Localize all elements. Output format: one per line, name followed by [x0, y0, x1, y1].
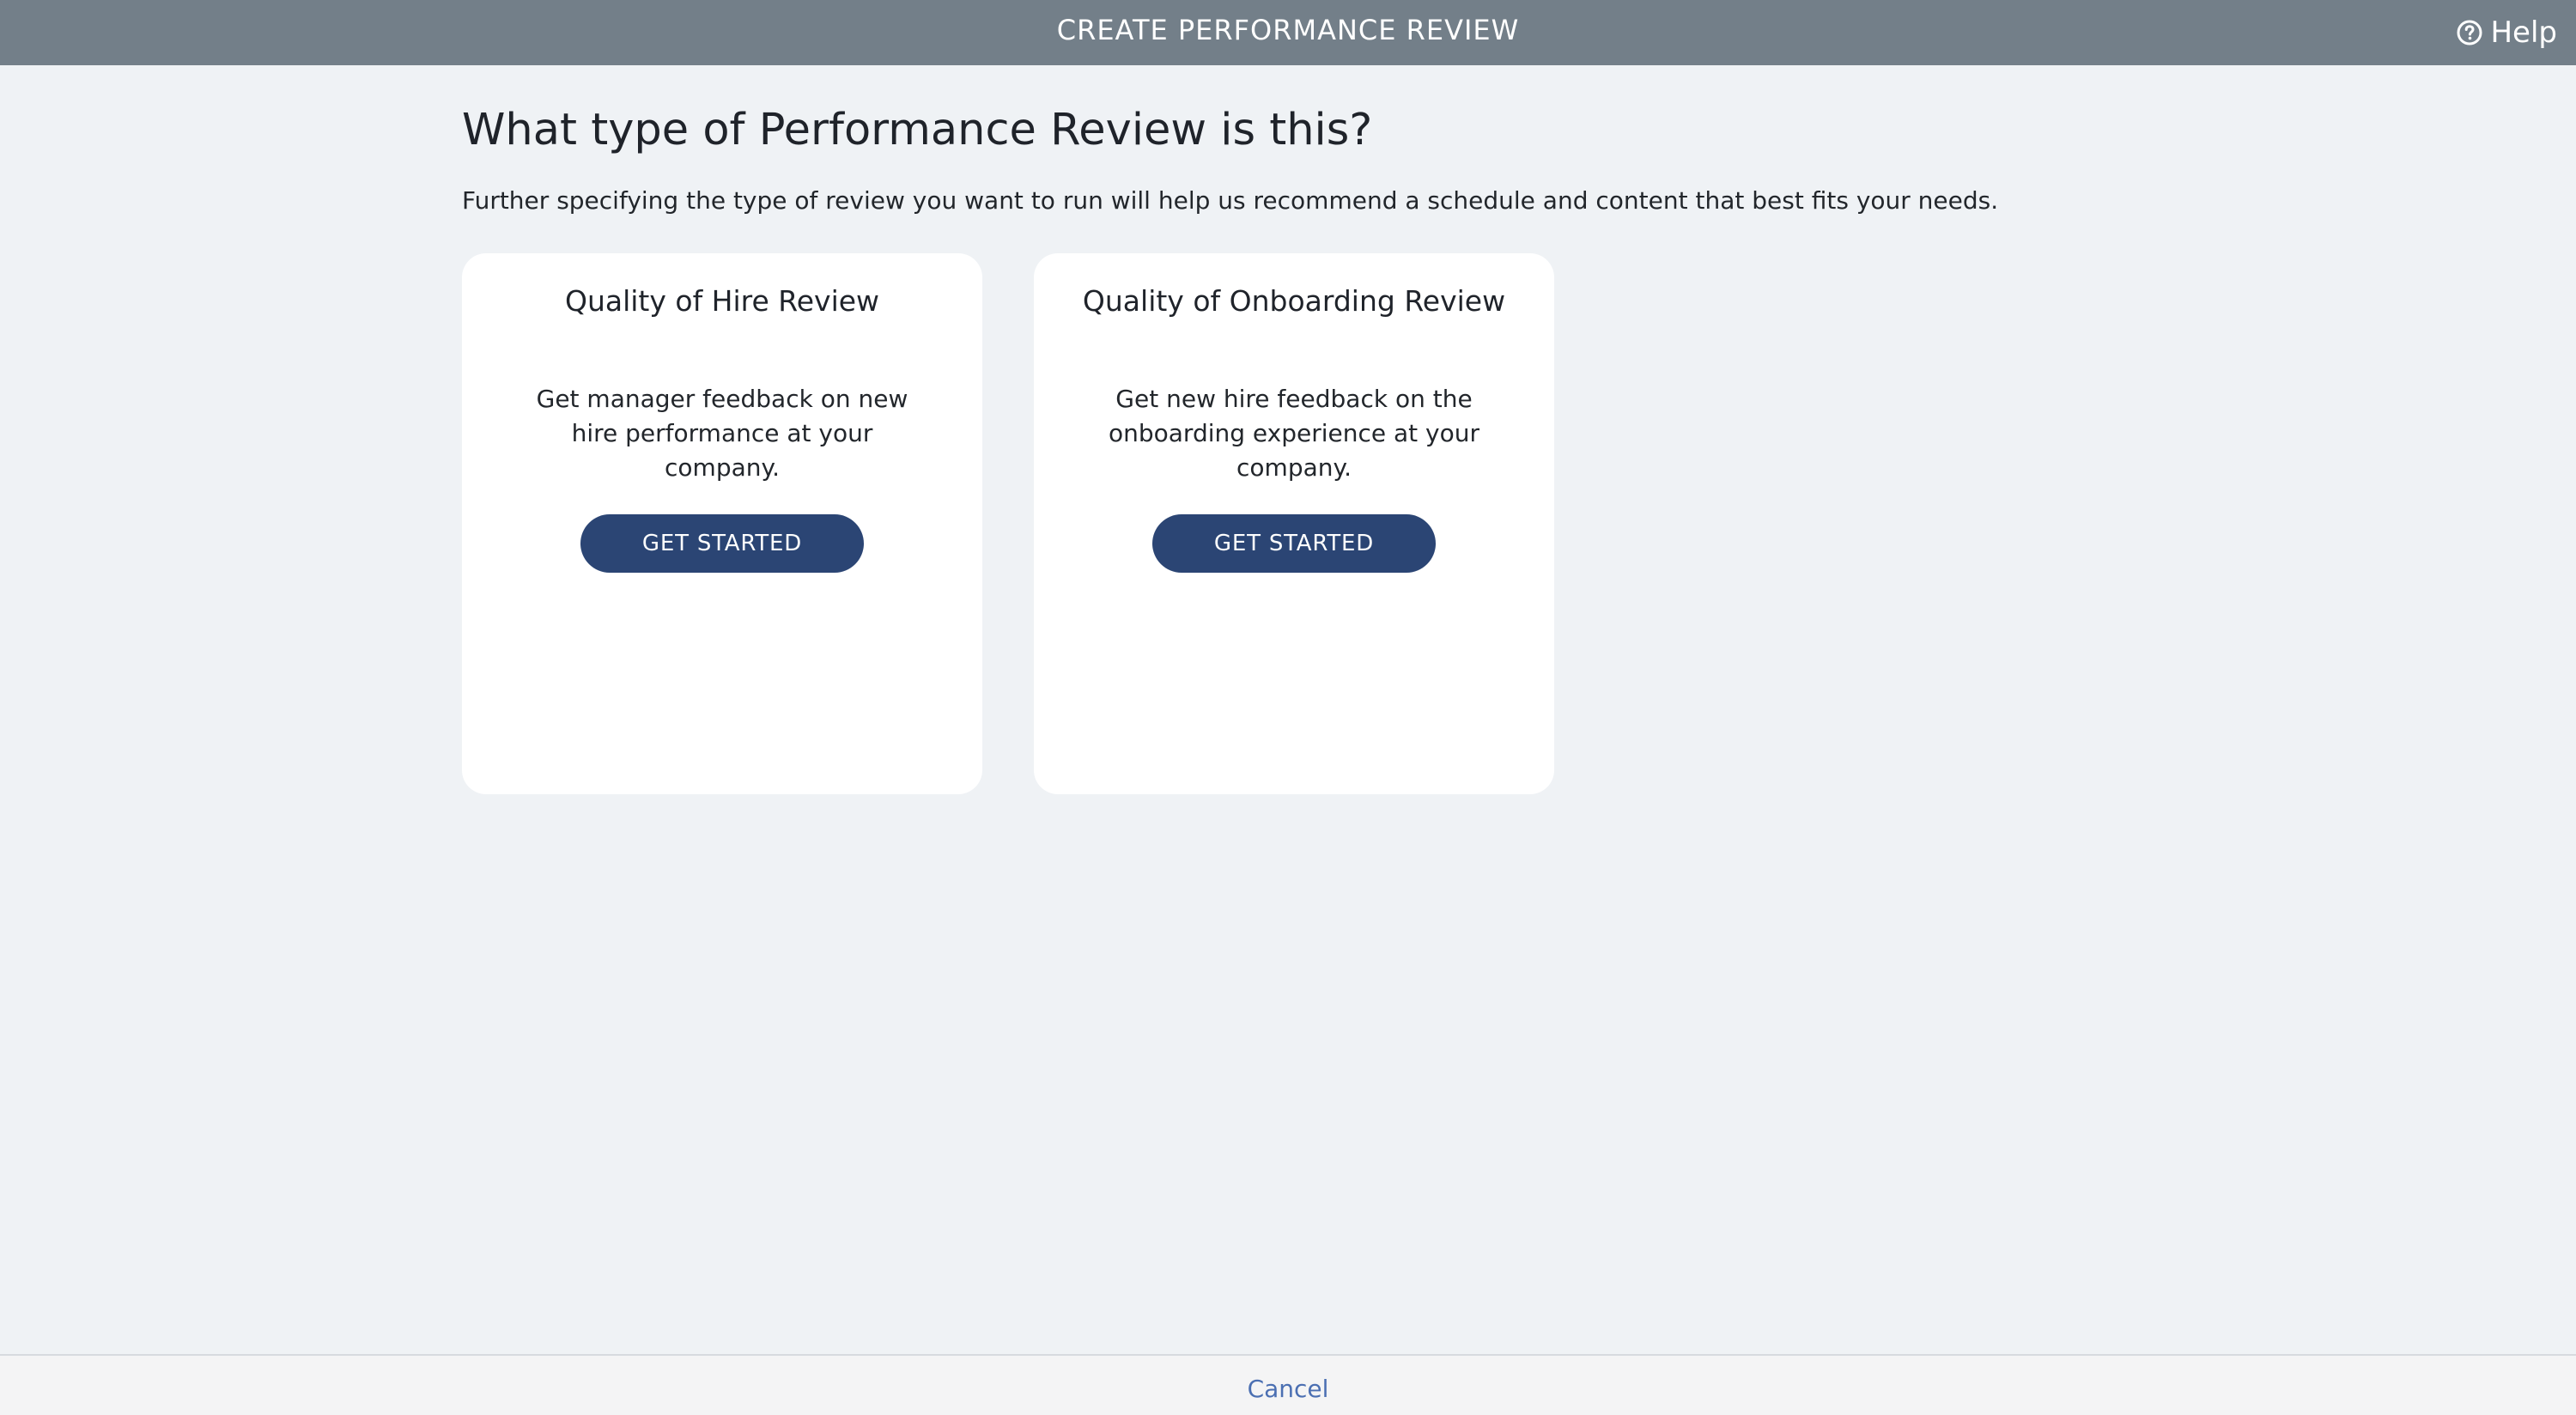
cancel-link[interactable]: Cancel: [1248, 1373, 1329, 1406]
quality-of-onboarding-get-started-button[interactable]: GET STARTED: [1152, 514, 1436, 573]
card-description: Get new hire feedback on the onboarding …: [1108, 385, 1480, 482]
top-bar: CREATE PERFORMANCE REVIEW Help: [0, 0, 2576, 65]
help-label: Help: [2490, 15, 2557, 50]
page-header-title: CREATE PERFORMANCE REVIEW: [1056, 14, 1520, 46]
main-content: What type of Performance Review is this?…: [462, 96, 2093, 794]
help-link[interactable]: Help: [2456, 0, 2557, 65]
review-type-cards: Quality of Hire Review Get manager feedb…: [462, 253, 1554, 794]
page-subtitle: Further specifying the type of review yo…: [462, 186, 1999, 215]
quality-of-hire-card: Quality of Hire Review Get manager feedb…: [462, 253, 982, 794]
quality-of-hire-get-started-button[interactable]: GET STARTED: [580, 514, 864, 573]
card-title: Quality of Onboarding Review: [1082, 284, 1506, 318]
quality-of-onboarding-card: Quality of Onboarding Review Get new hir…: [1034, 253, 1554, 794]
help-icon: [2456, 19, 2483, 46]
card-description: Get manager feedback on new hire perform…: [536, 385, 908, 482]
footer-bar: Cancel: [0, 1354, 2576, 1415]
card-title: Quality of Hire Review: [564, 284, 880, 318]
page-title: What type of Performance Review is this?: [462, 105, 1373, 155]
